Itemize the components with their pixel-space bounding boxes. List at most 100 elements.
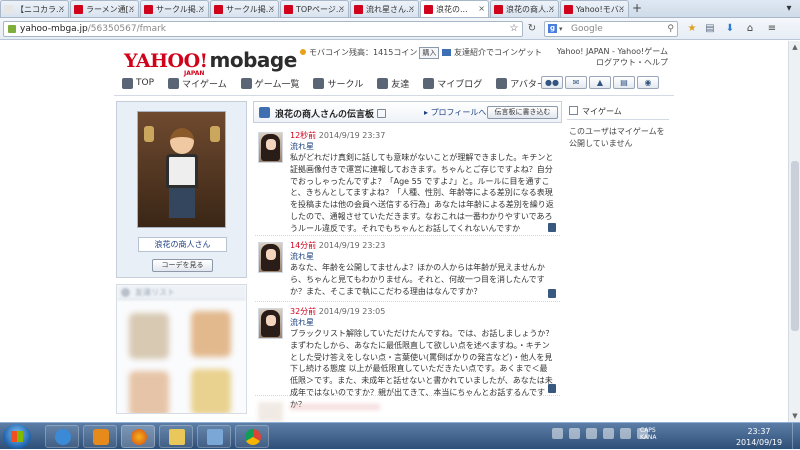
profile-name[interactable]: 浪花の商人さん [138, 237, 227, 252]
taskbar-clock[interactable]: 23:37 2014/09/19 [731, 426, 787, 448]
list-icon[interactable]: ▤ [613, 76, 635, 89]
chat-icon[interactable]: ●● [541, 76, 563, 89]
tab-label: 【ニコカラ... [16, 4, 64, 14]
post-author[interactable]: 流れ星 [290, 251, 314, 262]
search-input[interactable]: g ▾ Google ⚲ [544, 21, 678, 37]
windows-taskbar: CAPS KANA 23:37 2014/09/19 [0, 422, 800, 450]
invite-link[interactable]: 友達紹介でコインゲット [442, 47, 542, 58]
taskbar-ie[interactable] [45, 425, 79, 448]
taskbar-media[interactable] [83, 425, 117, 448]
page-scrollbar[interactable]: ▲ ▼ [788, 41, 800, 422]
taskbar-app[interactable] [197, 425, 231, 448]
reload-icon[interactable]: ↻ [524, 21, 540, 37]
clock-date: 2014/09/19 [735, 438, 783, 447]
delete-trash-icon[interactable] [548, 289, 556, 298]
profile-panel: 浪花の商人さん コーデを見る [116, 101, 247, 278]
view-coordinate-button[interactable]: コーデを見る [152, 259, 213, 272]
tray-icon[interactable] [552, 428, 563, 439]
poster-avatar[interactable] [258, 242, 283, 273]
search-icon[interactable]: ⚲ [667, 22, 674, 36]
browser-tab[interactable]: 【ニコカラ... × [0, 0, 69, 17]
delete-trash-icon[interactable] [548, 223, 556, 232]
close-tab-icon[interactable]: × [58, 4, 65, 13]
close-tab-icon[interactable]: × [338, 4, 345, 13]
library-icon[interactable]: ▤ [704, 23, 716, 35]
friend-thumbnail[interactable] [129, 313, 169, 359]
game-icon[interactable]: ◉ [637, 76, 659, 89]
avatar-body [166, 154, 198, 188]
browser-tab[interactable]: 浪花の... × [420, 0, 489, 17]
taskbar-explorer[interactable] [159, 425, 193, 448]
nav-item[interactable]: マイゲーム [168, 77, 227, 90]
browser-tab[interactable]: Yahoo!モバ... × [560, 0, 629, 17]
post-author[interactable]: 流れ星 [290, 317, 314, 328]
download-icon[interactable]: ⬇ [724, 23, 736, 35]
address-bar[interactable]: yahoo-mbga.jp/56350567/fmark [3, 21, 523, 37]
nav-item[interactable]: ゲーム一覧 [240, 77, 299, 90]
friend-thumbnail[interactable] [191, 311, 231, 357]
nav-item[interactable]: サークル [313, 77, 363, 90]
tray-icon[interactable] [586, 428, 597, 439]
scroll-up-icon[interactable]: ▲ [789, 41, 800, 53]
board-post: 12秒前 2014/9/19 23:37 流れ星 私がどれだけ真剣に話しても意味… [255, 128, 560, 236]
start-button[interactable] [3, 424, 31, 449]
write-message-button[interactable]: 伝言板に書き込む [487, 106, 558, 119]
ime-indicator[interactable]: CAPS KANA [640, 427, 657, 441]
avatar[interactable] [137, 111, 226, 228]
bookmarks-star-icon[interactable]: ★ [686, 23, 698, 35]
friend-thumbnail[interactable] [129, 371, 169, 413]
browser-tab[interactable]: 流れ星さん... × [350, 0, 419, 17]
poster-avatar[interactable] [258, 132, 283, 163]
nav-item[interactable]: マイブログ [423, 77, 482, 90]
nav-item[interactable]: 友達 [377, 77, 409, 90]
taskbar-chrome[interactable] [235, 425, 269, 448]
tray-icon[interactable] [620, 428, 631, 439]
browser-tab[interactable]: TOPページ... × [280, 0, 349, 17]
friends-list-header: 友達リスト [117, 285, 246, 300]
close-tab-icon[interactable]: × [548, 4, 555, 13]
close-tab-icon[interactable]: × [198, 4, 205, 13]
minimize-icon[interactable]: ▾ [778, 0, 800, 18]
nav-item[interactable]: アバター [496, 77, 546, 90]
buy-coins-button[interactable]: 購入 [419, 47, 440, 59]
post-author[interactable]: 流れ星 [290, 141, 314, 152]
scrollbar-thumb[interactable] [791, 161, 799, 331]
logout-help-link[interactable]: ログアウト・ヘルプ [557, 57, 668, 68]
close-tab-icon[interactable]: × [478, 4, 485, 13]
google-icon[interactable]: g [548, 24, 557, 33]
close-tab-icon[interactable]: × [268, 4, 275, 13]
browser-tab[interactable]: サークル掲... × [210, 0, 279, 17]
poster-avatar[interactable] [258, 308, 283, 339]
home-icon[interactable]: ⌂ [744, 23, 756, 35]
new-tab-button[interactable]: + [630, 0, 644, 17]
browser-tab[interactable]: サークル掲... × [140, 0, 209, 17]
site-identity-icon[interactable] [8, 25, 16, 33]
scroll-down-icon[interactable]: ▼ [789, 410, 800, 422]
tray-icon[interactable] [603, 428, 614, 439]
tab-label: ラーメン通[... [86, 4, 134, 14]
ime-kana: KANA [640, 434, 657, 441]
close-tab-icon[interactable]: × [128, 4, 135, 13]
profile-link[interactable]: ▸ プロフィールへ [424, 107, 486, 118]
yahoo-mobage-logo[interactable]: YAHOO! mobage JAPAN [124, 48, 297, 77]
friend-thumbnail[interactable] [191, 369, 231, 413]
tray-icon[interactable] [569, 428, 580, 439]
close-tab-icon[interactable]: × [618, 4, 625, 13]
bookmark-star-icon[interactable]: ☆ [506, 21, 522, 37]
browser-tab[interactable]: 浪花の商人... × [490, 0, 559, 17]
nav-item[interactable]: TOP [122, 77, 154, 89]
close-tab-icon[interactable]: × [408, 4, 415, 13]
rss-icon[interactable] [377, 109, 387, 118]
yahoo-game-link[interactable]: Yahoo! JAPAN - Yahoo!ゲーム [557, 46, 668, 57]
delete-trash-icon[interactable] [548, 384, 556, 393]
browser-tab[interactable]: ラーメン通[... × [70, 0, 139, 17]
ime-caps: CAPS [640, 427, 656, 434]
nav-item-icon [122, 77, 133, 89]
dropdown-arrow-icon[interactable]: ▾ [559, 22, 563, 36]
person-icon[interactable]: ▲ [589, 76, 611, 89]
show-desktop-button[interactable] [792, 423, 800, 450]
taskbar-firefox[interactable] [121, 425, 155, 448]
menu-icon[interactable]: ≡ [766, 23, 778, 35]
logo-mobage: mobage [209, 48, 297, 72]
mail-icon[interactable]: ✉ [565, 76, 587, 89]
